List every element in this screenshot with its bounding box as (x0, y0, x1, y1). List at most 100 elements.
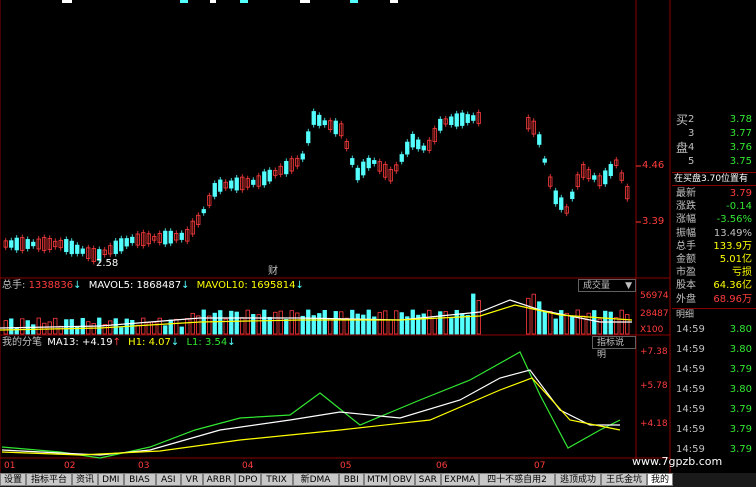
l1-line (1, 351, 621, 459)
stat-label: 金额 (676, 254, 696, 265)
volume-axis-unit: X100 (640, 325, 664, 335)
mavol5-label: MAVOL5: (88, 280, 134, 291)
tab-18[interactable]: 王氏金坑 (601, 473, 647, 486)
bid-level: 2 (688, 114, 695, 125)
tick-row: 14:59 3.80 (672, 344, 756, 356)
x-axis-07: 07 (534, 461, 546, 471)
tab-11[interactable]: BBI (338, 473, 364, 486)
tab-16[interactable]: 四十不惑自用2 (479, 473, 555, 486)
volume-bar (278, 310, 283, 335)
volume-bar (575, 309, 580, 335)
tab-3[interactable]: DMI (98, 473, 124, 486)
bid-price: 3.76 (729, 142, 752, 153)
tab-14[interactable]: SAR (415, 473, 441, 486)
mavol10-value: 1695814 (250, 280, 296, 291)
volume-axis-mid: 28487 (640, 309, 669, 319)
volume-bar (614, 317, 619, 335)
bid-price: 3.77 (729, 128, 752, 139)
tab-4[interactable]: BIAS (123, 473, 156, 486)
details-header-label: 明细 (676, 310, 695, 320)
tab-2[interactable]: 资讯 (72, 473, 98, 486)
x-axis-02: 02 (64, 461, 76, 471)
volume-bar (465, 315, 470, 335)
tab-12[interactable]: MTM (364, 473, 390, 486)
tick-price: 3.79 (729, 364, 752, 375)
bid-row: 3 3.77 (672, 128, 756, 140)
indicator-header: 我的分笔 MA13: +4.19↑ H1: 4.07↓ L1: 3.54↓ (2, 337, 236, 348)
stat-label: 外盘 (676, 293, 696, 305)
bid-row: 4 3.76 (672, 142, 756, 154)
volume-bar (20, 318, 25, 335)
tab-0[interactable]: 设置 (0, 473, 26, 486)
l1-label: L1: (186, 337, 202, 348)
stat-row: 市盈 亏损 (672, 267, 756, 279)
volume-bar (53, 317, 58, 335)
volume-bar (306, 309, 311, 335)
volume-bar (135, 324, 140, 335)
kline-chart[interactable] (0, 0, 756, 487)
low-marker: 2.58 (96, 258, 119, 269)
tab-7[interactable]: ARBR (203, 473, 235, 486)
volume-bar (322, 310, 327, 335)
indicator-name: 我的分笔 (2, 337, 42, 348)
volume-bar (229, 310, 234, 335)
volume-bars (0, 293, 633, 335)
tick-row: 14:59 3.80 (672, 384, 756, 396)
tick-time: 14:59 (676, 424, 705, 435)
volume-bar (36, 317, 41, 335)
tab-19[interactable]: 我的 (647, 473, 673, 486)
price-axis-high: 4.46 (642, 160, 665, 171)
tab-15[interactable]: EXPMA (440, 473, 479, 486)
indicator-lines (1, 351, 621, 459)
volume-bar (267, 316, 272, 335)
volume-button[interactable]: 成交量 ▼ (578, 279, 636, 292)
indicator-help-button[interactable]: 指标说明 (592, 336, 636, 360)
ma13-label: MA13: (47, 337, 79, 348)
stat-row: 股本 64.36亿 (672, 280, 756, 292)
mavol10-label: MAVOL10: (196, 280, 248, 291)
tick-row: 14:59 3.80 (672, 324, 756, 336)
notice-text: 在买盘3.70位置有 (674, 174, 749, 184)
volume-header: 总手: 1338836↓ MAVOL5: 1868487↓ MAVOL10: 1… (2, 280, 304, 291)
volume-bar (427, 309, 432, 335)
volume-bar (179, 326, 184, 335)
tab-10[interactable]: 新DMA (292, 473, 339, 486)
volume-bar (251, 314, 256, 335)
tab-6[interactable]: VR (181, 473, 203, 486)
volume-bar (75, 326, 80, 335)
stat-label: 市盈 (676, 267, 696, 279)
volume-bar (449, 318, 454, 335)
tab-9[interactable]: TRIX (260, 473, 293, 486)
volume-bar (471, 293, 476, 335)
tab-8[interactable]: DPO (235, 473, 261, 486)
bid-level: 5 (688, 156, 695, 167)
h1-value: 4.07 (148, 337, 171, 348)
stat-label: 总手 (676, 240, 696, 252)
volume-bar (295, 312, 300, 335)
stat-value: -3.56% (716, 214, 752, 226)
bid-level: 4 (688, 142, 695, 153)
volume-bar (185, 318, 190, 335)
volume-bar (355, 313, 360, 335)
stat-value: 5.01亿 (719, 254, 752, 265)
tab-1[interactable]: 指标平台 (26, 473, 72, 486)
tab-17[interactable]: 逃顶成功 (555, 473, 601, 486)
volume-bar (383, 310, 388, 335)
tick-row: 14:59 3.79 (672, 424, 756, 436)
tick-price: 3.79 (729, 404, 752, 415)
price-candles (3, 108, 630, 265)
volume-bar (432, 317, 437, 335)
volume-bar (361, 314, 366, 335)
tick-price: 3.80 (729, 384, 752, 395)
notice-row: 在买盘3.70位置有 (672, 172, 756, 186)
bid-price: 3.75 (729, 156, 752, 167)
mavol5-value: 1868487 (136, 280, 182, 291)
stat-label: 涨幅 (676, 214, 696, 226)
bid-row: 2 3.78 (672, 114, 756, 126)
stat-row: 金额 5.01亿 (672, 254, 756, 266)
volume-bar (174, 318, 179, 335)
tick-price: 3.80 (729, 324, 752, 335)
tab-5[interactable]: ASI (155, 473, 181, 486)
volume-bar (47, 321, 52, 335)
tab-13[interactable]: OBV (389, 473, 415, 486)
